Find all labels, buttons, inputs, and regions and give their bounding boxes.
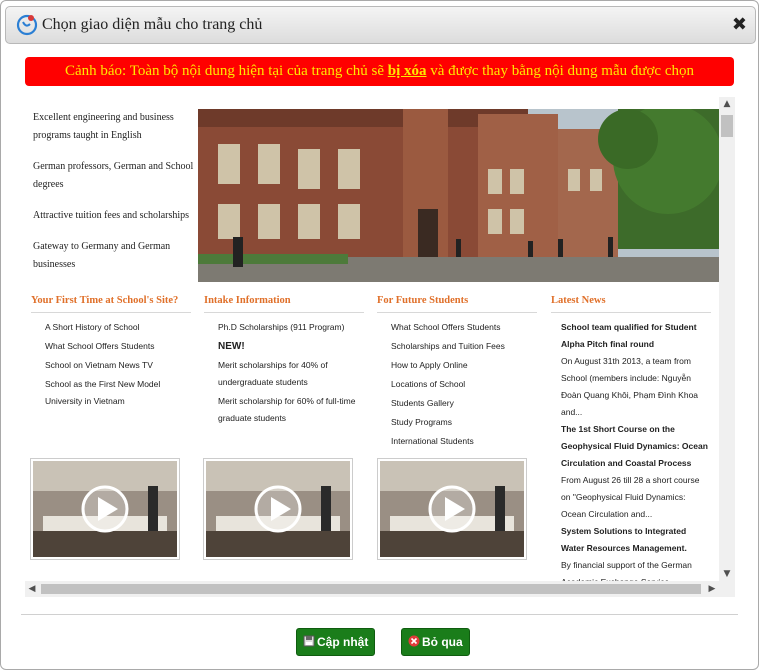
template-preview: Excellent engineering and business progr… [25,97,719,581]
template-dialog: Chọn giao diện mẫu cho trang chủ ✖ Cảnh … [0,0,759,670]
link-item[interactable]: International Students [391,433,537,450]
link-item[interactable]: School on Vietnam News TV [45,357,191,374]
warning-emphasis: bị xóa [387,63,427,79]
news-item: The 1st Short Course on the Geophysical … [551,421,711,523]
link-item[interactable]: Ph.D Scholarships (911 Program) [218,319,364,336]
news-body: On August 31th 2013, a team from School … [561,356,699,417]
scrollbar-thumb[interactable] [721,115,733,137]
feature-item: Gateway to Germany and German businesses [33,241,171,270]
news-title[interactable]: System Solutions to Integrated Water Res… [561,523,711,557]
scroll-up-icon[interactable]: ▲ [719,97,735,111]
column-heading: Latest News [551,295,711,313]
link-item[interactable]: Merit scholarships for 40% of undergradu… [218,357,364,391]
scroll-left-icon[interactable]: ◀ [25,581,39,597]
video-thumbnail[interactable] [203,458,353,560]
preview-vertical-scrollbar[interactable]: ▲ ▼ [719,97,735,581]
feature-item: German professors, German and School deg… [33,161,194,190]
news-body: By financial support of the German Acade… [561,560,692,581]
news-body: From August 26 till 28 a short course on… [561,475,700,519]
column-heading: Intake Information [204,295,364,313]
latest-news: Latest News School team qualified for St… [551,295,711,581]
app-logo-icon [16,14,38,36]
link-item[interactable]: A Short History of School [45,319,191,336]
news-title[interactable]: School team qualified for Student Alpha … [561,319,711,353]
link-item[interactable]: Study Programs [391,414,537,431]
feature-item: Excellent engineering and business progr… [33,112,174,141]
cancel-icon [408,635,420,647]
footer-divider [21,614,738,615]
feature-list: Excellent engineering and business progr… [33,109,203,287]
scrollbar-thumb[interactable] [41,584,701,594]
first-time-column: Your First Time at School's Site? A Shor… [31,295,191,412]
warning-banner: Cảnh báo: Toàn bộ nội dung hiện tại của … [25,57,734,86]
link-item[interactable]: School as the First New Model University… [45,376,191,410]
news-item: System Solutions to Integrated Water Res… [551,523,711,581]
new-badge: NEW! [218,341,245,352]
dialog-title: Chọn giao diện mẫu cho trang chủ [42,16,263,33]
feature-item: Attractive tuition fees and scholarships [33,210,190,221]
campus-photo [198,109,719,282]
news-item: School team qualified for Student Alpha … [551,319,711,421]
skip-button[interactable]: Bỏ qua [401,628,470,656]
column-heading: For Future Students [377,295,537,313]
skip-button-label: Bỏ qua [422,635,463,649]
link-item[interactable]: How to Apply Online [391,357,537,374]
preview-horizontal-scrollbar[interactable]: ◀ ▶ [25,581,719,597]
warning-prefix: Cảnh báo: Toàn bộ nội dung hiện tại của … [64,63,388,79]
dialog-titlebar: Chọn giao diện mẫu cho trang chủ ✖ [5,6,756,44]
link-item[interactable]: Students Gallery [391,395,537,412]
scrollbar-corner [719,581,735,597]
scroll-right-icon[interactable]: ▶ [705,581,719,597]
link-item[interactable]: Scholarships and Tuition Fees [391,338,537,355]
future-students-column: For Future Students What School Offers S… [377,295,537,452]
link-item[interactable]: What School Offers Students [45,338,191,355]
link-item[interactable]: What School Offers Students [391,319,537,336]
scroll-down-icon[interactable]: ▼ [719,567,735,581]
link-item[interactable]: Merit scholarship for 60% of full-time g… [218,393,364,427]
video-thumbnail[interactable] [377,458,527,560]
news-title[interactable]: The 1st Short Course on the Geophysical … [561,421,711,472]
column-heading: Your First Time at School's Site? [31,295,191,313]
update-button[interactable]: Cập nhật [296,628,376,656]
video-thumbnail[interactable] [30,458,180,560]
update-button-label: Cập nhật [317,635,369,649]
close-icon[interactable]: ✖ [732,14,747,35]
save-icon [303,635,315,647]
intake-column: Intake Information Ph.D Scholarships (91… [204,295,364,429]
link-item[interactable]: Locations of School [391,376,537,393]
warning-suffix: và được thay bằng nội dung mẫu được chọn [426,63,694,79]
